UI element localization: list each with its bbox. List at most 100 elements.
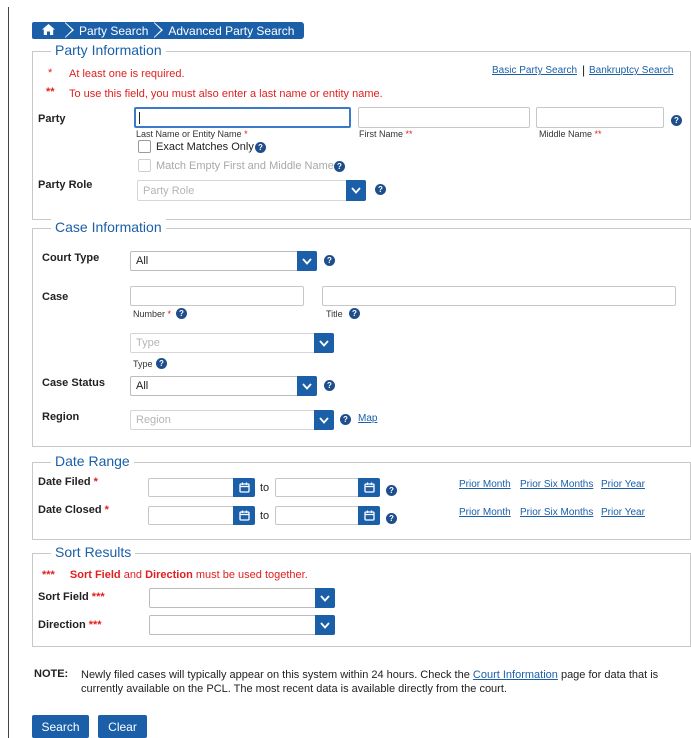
match-empty-names-checkbox[interactable] (138, 159, 151, 172)
help-icon[interactable]: ? (340, 414, 351, 425)
required-marker: * (244, 129, 248, 139)
case-status-select[interactable]: All (130, 376, 317, 396)
help-icon[interactable]: ? (375, 184, 386, 195)
help-icon[interactable]: ? (334, 161, 345, 172)
calendar-icon[interactable] (358, 478, 380, 497)
calendar-icon[interactable] (233, 506, 255, 525)
required-marker: ** (405, 129, 413, 139)
case-type-select[interactable]: Type (130, 333, 334, 353)
chevron-down-icon (297, 376, 317, 396)
date-filed-label: Date Filed * (38, 476, 98, 488)
required-note: At least one is required. (69, 68, 185, 80)
help-icon[interactable]: ? (324, 380, 335, 391)
help-icon[interactable]: ? (349, 308, 360, 319)
breadcrumb-home[interactable] (32, 22, 74, 39)
required-marker: ** (46, 86, 55, 98)
sort-field-select[interactable] (149, 588, 335, 608)
section-title: Case Information (51, 219, 166, 235)
prior-month-link[interactable]: Prior Month (459, 507, 511, 518)
label-text: Date Filed (38, 476, 91, 488)
exact-matches-label: Exact Matches Only (156, 141, 254, 153)
help-icon[interactable]: ? (386, 513, 397, 524)
help-icon[interactable]: ? (671, 115, 682, 126)
required-marker: * (93, 476, 98, 488)
case-type-caption: Type (133, 359, 153, 369)
help-icon[interactable]: ? (176, 308, 187, 319)
button-label: Search (41, 719, 80, 734)
help-icon[interactable]: ? (255, 142, 266, 153)
prior-month-link[interactable]: Prior Month (459, 479, 511, 490)
prior-six-months-link[interactable]: Prior Six Months (520, 507, 593, 518)
court-type-select[interactable]: All (130, 251, 317, 271)
court-information-link[interactable]: Court Information (473, 669, 558, 681)
prior-year-link[interactable]: Prior Year (601, 479, 645, 490)
required-marker: *** (42, 569, 55, 581)
button-label: Clear (108, 719, 137, 734)
date-filed-from-input[interactable] (148, 478, 234, 497)
party-role-select[interactable]: Party Role (137, 180, 366, 201)
direction-select[interactable] (149, 615, 335, 635)
clear-button[interactable]: Clear (98, 715, 147, 738)
required-marker: *** (88, 619, 102, 631)
date-closed-to-input[interactable] (275, 506, 359, 525)
to-label: to (260, 482, 270, 494)
breadcrumb-label: Advanced Party Search (168, 23, 295, 38)
sort-requirement-note: *** Sort Field and Direction must be use… (42, 569, 308, 581)
select-placeholder: Party Role (143, 184, 195, 197)
caption-text: First Name (359, 129, 404, 139)
case-number-input[interactable] (130, 286, 304, 306)
label-text: Direction (38, 619, 86, 631)
date-closed-label: Date Closed * (38, 504, 109, 516)
help-icon[interactable]: ? (324, 255, 335, 266)
note-strong: Sort Field (69, 569, 121, 581)
select-placeholder: Region (136, 414, 171, 426)
page-left-border (8, 7, 9, 738)
prior-six-months-link[interactable]: Prior Six Months (520, 479, 593, 490)
required-note: To use this field, you must also enter a… (69, 88, 383, 100)
bankruptcy-search-link[interactable]: Bankruptcy Search (589, 65, 674, 76)
chevron-down-icon (314, 333, 334, 353)
note-strong: Direction (145, 569, 193, 581)
direction-label: Direction *** (38, 619, 102, 631)
chevron-down-icon (315, 615, 335, 635)
middle-name-caption: Middle Name ** (539, 129, 602, 139)
region-select[interactable]: Region (130, 410, 334, 430)
label-text: Sort Field (38, 591, 89, 603)
required-marker: * (104, 504, 109, 516)
exact-matches-checkbox[interactable] (138, 140, 151, 153)
date-filed-to-input[interactable] (275, 478, 359, 497)
link-divider: | (582, 63, 586, 77)
chevron-down-icon (315, 588, 335, 608)
basic-party-search-link[interactable]: Basic Party Search (492, 65, 577, 76)
required-marker: ** (594, 129, 602, 139)
required-marker: *** (91, 591, 105, 603)
note-label: NOTE: (34, 668, 69, 680)
map-link[interactable]: Map (358, 413, 377, 424)
caption-text: Last Name or Entity Name (136, 129, 242, 139)
help-icon[interactable]: ? (386, 485, 397, 496)
sort-field-label: Sort Field *** (38, 591, 105, 603)
case-status-label: Case Status (42, 377, 105, 389)
case-title-input[interactable] (322, 286, 676, 306)
court-type-label: Court Type (42, 252, 100, 264)
last-name-input[interactable] (134, 107, 351, 128)
breadcrumb: Party Search Advanced Party Search (32, 22, 305, 39)
help-icon[interactable]: ? (156, 358, 167, 369)
calendar-icon[interactable] (358, 506, 380, 525)
select-value: All (136, 255, 149, 267)
region-label: Region (42, 411, 80, 423)
party-role-label: Party Role (38, 179, 93, 191)
date-closed-from-input[interactable] (148, 506, 234, 525)
section-title: Party Information (51, 42, 166, 58)
chevron-down-icon (314, 410, 334, 430)
note-text: Newly filed cases will typically appear … (81, 668, 686, 696)
prior-year-link[interactable]: Prior Year (601, 507, 645, 518)
search-button[interactable]: Search (32, 715, 89, 738)
breadcrumb-advanced-party-search[interactable]: Advanced Party Search (154, 22, 305, 39)
calendar-icon[interactable] (233, 478, 255, 497)
select-value: All (136, 380, 149, 392)
middle-name-input[interactable] (536, 107, 664, 128)
first-name-input[interactable] (358, 107, 530, 128)
note-text: must be used together. (192, 569, 308, 581)
breadcrumb-party-search[interactable]: Party Search (65, 22, 164, 39)
